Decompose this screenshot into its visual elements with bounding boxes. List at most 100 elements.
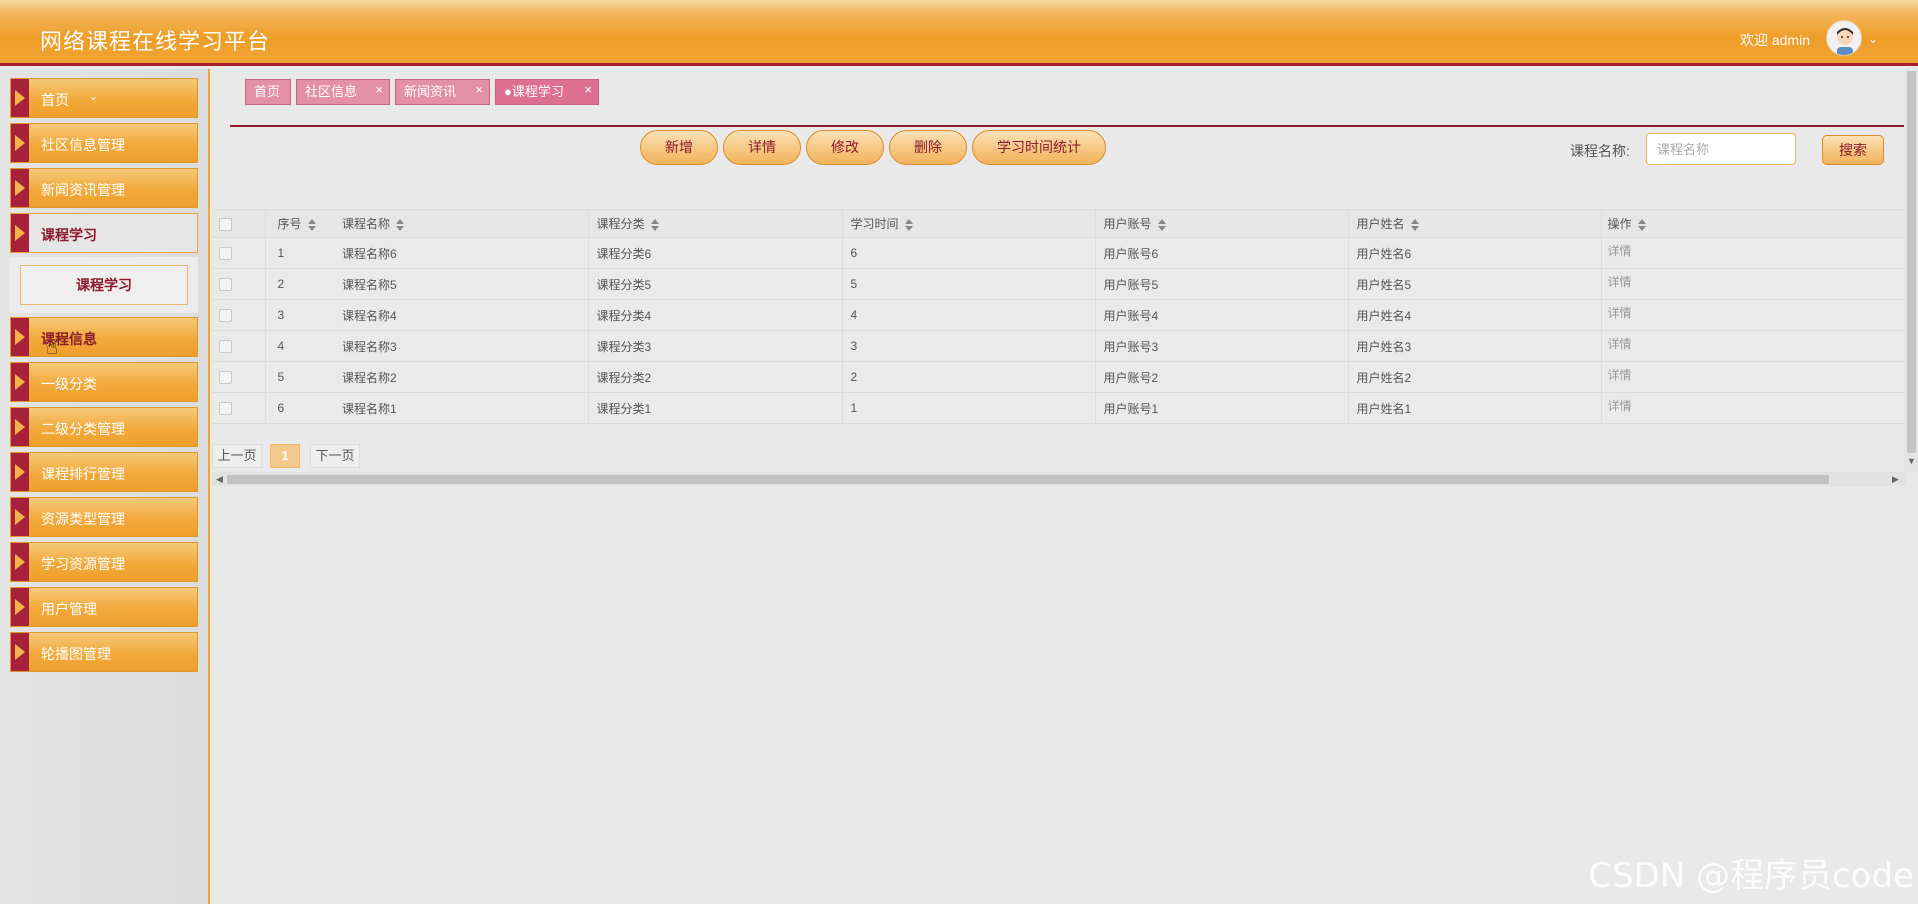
sidebar-item-label: 二级分类管理 (41, 421, 125, 437)
prev-page-button[interactable]: 上一页 (212, 444, 262, 468)
sidebar-item-home[interactable]: 首页 ⌄ (10, 78, 198, 118)
row-detail-link[interactable]: 详情 (1608, 399, 1632, 413)
chevron-down-icon[interactable]: ⌄ (1868, 32, 1878, 46)
sidebar-item-label: 社区信息管理 (41, 137, 125, 153)
submenu-item-course-study[interactable]: 课程学习 (20, 265, 188, 305)
arrow-right-icon (11, 408, 29, 446)
tab-home[interactable]: 首页 (245, 79, 291, 105)
sidebar-item-news[interactable]: 新闻资讯管理 (10, 168, 198, 208)
edit-button[interactable]: 修改 (806, 130, 884, 165)
sidebar-item-resource-type[interactable]: 资源类型管理 (10, 497, 198, 537)
tab-news[interactable]: 新闻资讯 × (395, 79, 490, 105)
study-time-stats-button[interactable]: 学习时间统计 (972, 130, 1106, 165)
sidebar-item-users[interactable]: 用户管理 (10, 587, 198, 627)
row-checkbox[interactable] (219, 371, 232, 385)
column-header-label: 课程分类 (596, 217, 645, 231)
tab-divider (230, 125, 1904, 127)
column-header-user-name[interactable]: 用户姓名 (1347, 209, 1601, 238)
column-header-user-account[interactable]: 用户账号 (1094, 209, 1348, 238)
app-title: 网络课程在线学习平台 (40, 29, 271, 54)
avatar[interactable] (1826, 20, 1862, 56)
row-detail-link[interactable]: 详情 (1608, 275, 1632, 289)
select-all-checkbox[interactable] (219, 217, 232, 231)
arrow-right-icon (11, 453, 29, 491)
cell-course-category: 课程分类3 (587, 330, 842, 362)
table-row[interactable]: 1 课程名称6 课程分类6 6 用户账号6 用户姓名6 详情 (212, 237, 1904, 269)
column-header-seq[interactable]: 序号 (264, 209, 334, 238)
row-detail-link[interactable]: 详情 (1608, 244, 1632, 258)
close-icon[interactable]: × (475, 78, 483, 102)
sidebar-item-course-study[interactable]: 课程学习 (10, 213, 198, 253)
scroll-down-icon[interactable]: ▼ (1907, 456, 1916, 466)
cell-study-time: 4 (841, 299, 1095, 331)
next-page-button[interactable]: 下一页 (310, 444, 360, 468)
table-row[interactable]: 3 课程名称4 课程分类4 4 用户账号4 用户姓名4 详情 (212, 299, 1904, 331)
tab-course-study[interactable]: ●课程学习 × (495, 79, 599, 105)
cell-course-category: 课程分类4 (587, 299, 842, 331)
column-header-operation[interactable]: 操作 (1600, 209, 1904, 238)
table-row[interactable]: 6 课程名称1 课程分类1 1 用户账号1 用户姓名1 详情 (212, 392, 1904, 424)
horizontal-scrollbar[interactable]: ◀ ▶ (212, 472, 1906, 486)
sidebar-item-label: 资源类型管理 (41, 511, 125, 527)
sidebar-item-label: 学习资源管理 (41, 556, 125, 572)
add-button[interactable]: 新增 (640, 130, 718, 165)
delete-button[interactable]: 删除 (889, 130, 967, 165)
vertical-scrollbar[interactable]: ▼ (1904, 69, 1918, 472)
sidebar-item-learning-resource[interactable]: 学习资源管理 (10, 542, 198, 582)
row-checkbox[interactable] (219, 340, 232, 354)
cell-seq: 2 (264, 268, 334, 300)
sort-icon[interactable] (307, 218, 316, 231)
row-detail-link[interactable]: 详情 (1608, 306, 1632, 320)
cell-study-time: 1 (841, 392, 1095, 424)
sidebar-item-label: 一级分类 (41, 376, 97, 392)
row-checkbox[interactable] (219, 247, 232, 261)
cell-user-name: 用户姓名1 (1347, 392, 1601, 424)
scroll-left-icon[interactable]: ◀ (216, 472, 223, 486)
row-checkbox[interactable] (219, 402, 232, 416)
search-input[interactable] (1646, 133, 1796, 165)
cell-user-name: 用户姓名3 (1347, 330, 1601, 362)
page-number-current[interactable]: 1 (270, 444, 300, 468)
tab-label: 社区信息 (305, 84, 358, 99)
close-icon[interactable]: × (375, 78, 383, 102)
table-row[interactable]: 5 课程名称2 课程分类2 2 用户账号2 用户姓名2 详情 (212, 361, 1904, 393)
column-header-label: 用户账号 (1103, 217, 1152, 231)
sidebar-item-course-info[interactable]: 课程信息 (10, 317, 198, 357)
sidebar-item-category1[interactable]: 一级分类 (10, 362, 198, 402)
scroll-right-icon[interactable]: ▶ (1892, 472, 1899, 486)
row-detail-link[interactable]: 详情 (1608, 368, 1632, 382)
search-button[interactable]: 搜索 (1822, 135, 1884, 165)
row-checkbox[interactable] (219, 278, 232, 292)
sort-icon[interactable] (1637, 218, 1646, 231)
hand-cursor-icon: ☝ (46, 337, 59, 359)
table-row[interactable]: 2 课程名称5 课程分类5 5 用户账号5 用户姓名5 详情 (212, 268, 1904, 300)
sort-icon[interactable] (1157, 218, 1166, 231)
cell-course-name: 课程名称4 (334, 299, 588, 331)
sort-icon[interactable] (396, 218, 405, 231)
cell-user-account: 用户账号6 (1094, 237, 1348, 269)
sort-icon[interactable] (650, 218, 659, 231)
scrollbar-thumb[interactable] (1907, 71, 1916, 453)
column-header-course-category[interactable]: 课程分类 (587, 209, 842, 238)
sidebar-item-category2[interactable]: 二级分类管理 (10, 407, 198, 447)
column-header-course-name[interactable]: 课程名称 (334, 209, 588, 238)
cell-user-account: 用户账号3 (1094, 330, 1348, 362)
arrow-right-icon (11, 214, 29, 252)
scrollbar-thumb[interactable] (227, 475, 1829, 484)
table-row[interactable]: 4 课程名称3 课程分类3 3 用户账号3 用户姓名3 详情 (212, 330, 1904, 362)
sort-icon[interactable] (1410, 218, 1419, 231)
close-icon[interactable]: × (584, 78, 592, 102)
detail-button[interactable]: 详情 (723, 130, 801, 165)
top-header: 网络课程在线学习平台 欢迎 admin ⌄ (0, 0, 1918, 66)
row-detail-link[interactable]: 详情 (1608, 337, 1632, 351)
tab-community[interactable]: 社区信息 × (296, 79, 390, 105)
column-header-label: 序号 (277, 217, 302, 231)
sidebar-item-label: 课程排行管理 (41, 466, 125, 482)
sidebar-item-course-ranking[interactable]: 课程排行管理 (10, 452, 198, 492)
sidebar: 首页 ⌄ 社区信息管理 新闻资讯管理 课程学习 课程学习 课程信息 一级分类 二… (0, 69, 210, 904)
row-checkbox[interactable] (219, 309, 232, 323)
sidebar-item-community[interactable]: 社区信息管理 (10, 123, 198, 163)
sidebar-item-carousel[interactable]: 轮播图管理 (10, 632, 198, 672)
sort-icon[interactable] (904, 218, 913, 231)
column-header-study-time[interactable]: 学习时间 (841, 209, 1095, 238)
